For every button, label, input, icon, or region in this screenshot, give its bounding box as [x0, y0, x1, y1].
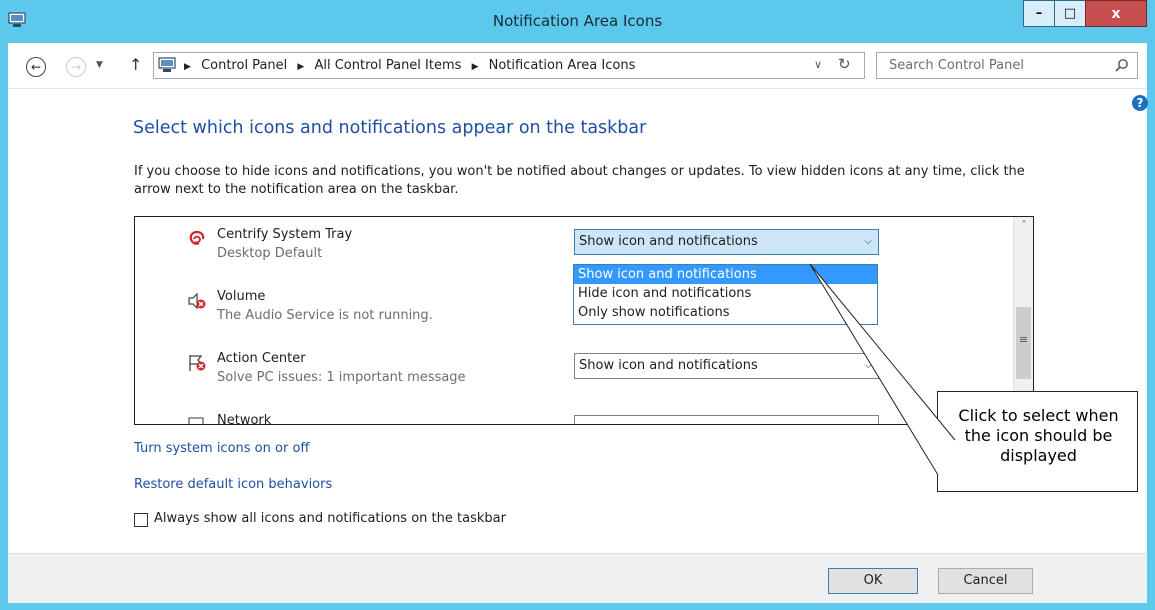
breadcrumb-all-items[interactable]: All Control Panel Items	[314, 58, 461, 73]
search-input[interactable]: Search Control Panel	[876, 52, 1138, 79]
behavior-select[interactable]: Show icon and notifications ⌵	[574, 229, 879, 255]
refresh-icon[interactable]: ↻	[838, 55, 851, 73]
minimize-button[interactable]: –	[1023, 0, 1055, 27]
recent-locations-dropdown[interactable]: ▼	[96, 60, 103, 70]
restore-defaults-link[interactable]: Restore default icon behaviors	[134, 477, 332, 492]
icon-name: Network	[217, 413, 272, 425]
callout-text: Click to select when the icon should be …	[938, 406, 1139, 466]
help-icon[interactable]: ?	[1132, 95, 1148, 111]
callout-line: Click to select when	[958, 406, 1119, 425]
breadcrumb-control-panel[interactable]: Control Panel	[201, 58, 287, 73]
behavior-select[interactable]: Show icon and notifications ⌵	[574, 353, 879, 379]
back-button[interactable]: ←	[26, 57, 46, 77]
behavior-dropdown-list[interactable]: Show icon and notifications Hide icon an…	[573, 264, 878, 325]
icon-name: Centrify System Tray	[217, 227, 353, 242]
up-button[interactable]: ↑	[129, 55, 142, 74]
chevron-down-icon: ⌵	[864, 360, 872, 371]
scrollbar-grip-icon: ≡	[1018, 333, 1029, 346]
icon-subtitle: Desktop Default	[217, 246, 323, 261]
always-show-checkbox[interactable]	[134, 513, 148, 527]
icon-subtitle: The Audio Service is not running.	[217, 308, 433, 323]
address-history-icon[interactable]: ∨	[814, 58, 822, 71]
cancel-button[interactable]: Cancel	[938, 568, 1033, 594]
breadcrumb-separator-icon: ▶	[184, 62, 191, 72]
behavior-select-value: Show icon and notifications	[579, 358, 758, 373]
breadcrumb-notification-area-icons[interactable]: Notification Area Icons	[489, 58, 636, 73]
maximize-button[interactable]: □	[1054, 0, 1086, 27]
icon-name: Volume	[217, 289, 266, 304]
window-client: ← → ▼ ↑ ▶ Control Panel ▶ All Control Pa…	[8, 43, 1148, 603]
breadcrumb-separator-icon: ▶	[471, 62, 479, 72]
page-description: If you choose to hide icons and notifica…	[134, 164, 1025, 197]
dropdown-option-hide[interactable]: Hide icon and notifications	[574, 284, 877, 303]
close-button[interactable]: x	[1085, 0, 1147, 27]
breadcrumb: ▶ Control Panel ▶ All Control Panel Item…	[184, 53, 641, 78]
search-placeholder: Search Control Panel	[889, 58, 1024, 73]
always-show-label[interactable]: Always show all icons and notifications …	[154, 511, 506, 526]
callout-line: the icon should be	[964, 426, 1113, 445]
minimize-icon: –	[1035, 6, 1043, 21]
control-panel-window: Notification Area Icons – □ x ← → ▼ ↑ ▶ …	[0, 0, 1155, 610]
centrify-icon	[189, 230, 205, 245]
callout-line: displayed	[1000, 446, 1077, 465]
dropdown-option-notifications-only[interactable]: Only show notifications	[574, 303, 877, 322]
list-item: Network	[135, 411, 1010, 425]
breadcrumb-separator-icon: ▶	[297, 62, 305, 72]
window-title: Notification Area Icons	[492, 12, 663, 30]
ok-button[interactable]: OK	[828, 568, 918, 594]
chevron-down-icon: ⌵	[864, 236, 872, 247]
callout-annotation: Click to select when the icon should be …	[937, 391, 1138, 492]
title-bar[interactable]: Notification Area Icons – □ x	[0, 0, 1155, 43]
system-icons-link[interactable]: Turn system icons on or off	[134, 441, 309, 456]
volume-icon	[188, 292, 206, 310]
forward-arrow-icon: →	[70, 60, 82, 74]
forward-button[interactable]: →	[66, 57, 86, 77]
dialog-footer: OK Cancel	[8, 553, 1147, 603]
navigation-bar: ← → ▼ ↑ ▶ Control Panel ▶ All Control Pa…	[8, 43, 1147, 89]
page-title: Select which icons and notifications app…	[133, 118, 647, 138]
scrollbar-thumb[interactable]: ≡	[1016, 307, 1031, 379]
network-icon	[188, 417, 204, 424]
list-item: Action Center Solve PC issues: 1 importa…	[135, 349, 1010, 407]
behavior-select[interactable]	[574, 415, 879, 424]
behavior-select-value: Show icon and notifications	[579, 234, 758, 249]
scroll-up-icon[interactable]: ˄	[1014, 217, 1033, 235]
maximize-icon: □	[1063, 6, 1077, 21]
control-panel-icon	[158, 57, 176, 72]
icon-name: Action Center	[217, 351, 306, 366]
address-bar[interactable]: ▶ Control Panel ▶ All Control Panel Item…	[153, 52, 865, 79]
back-arrow-icon: ←	[30, 60, 42, 74]
icon-subtitle: Solve PC issues: 1 important message	[217, 370, 466, 385]
dropdown-option-show[interactable]: Show icon and notifications	[574, 265, 877, 284]
action-center-icon	[189, 355, 206, 371]
search-icon[interactable]	[1115, 58, 1129, 72]
close-icon: x	[1111, 5, 1121, 22]
